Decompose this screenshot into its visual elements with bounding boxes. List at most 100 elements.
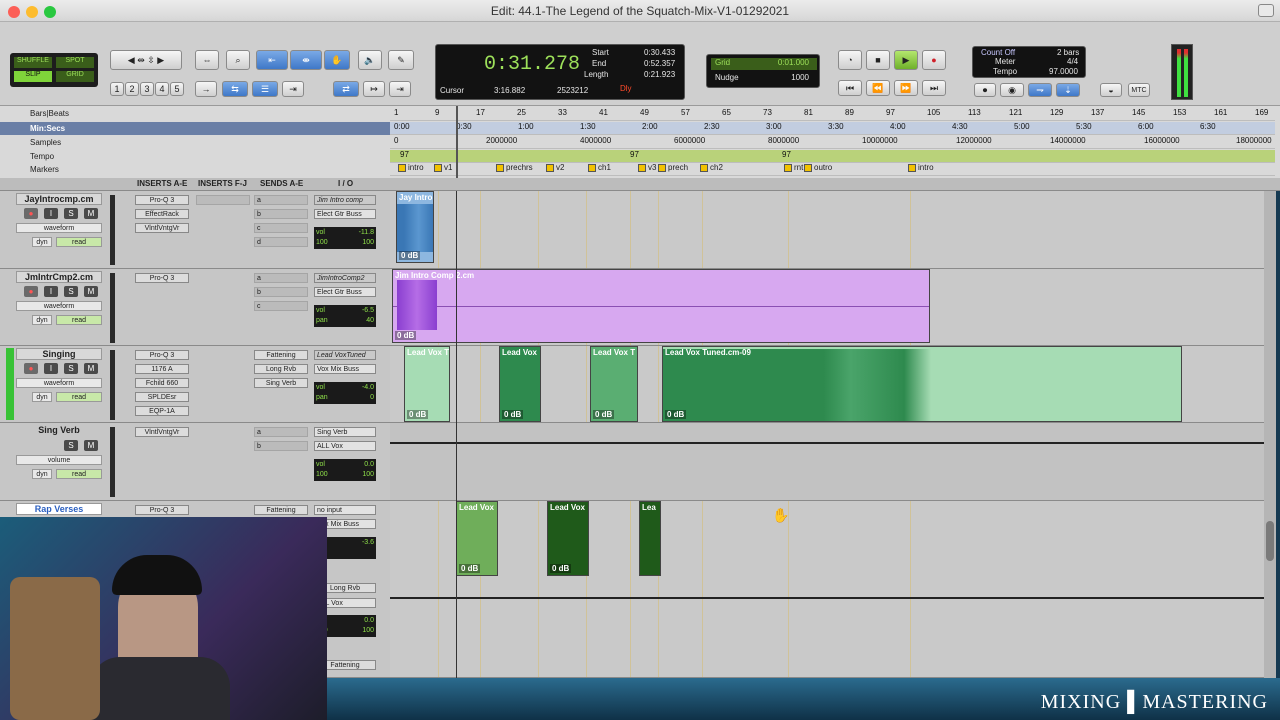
send-a[interactable]: a	[254, 273, 308, 283]
mute-button[interactable]: M	[84, 286, 98, 297]
mtc-button[interactable]: MTC	[1128, 83, 1150, 97]
grid-value-field[interactable]: Grid 0:01.000	[711, 58, 817, 70]
volume-pan-readout[interactable]: vol -4.0 pan 0	[314, 382, 376, 404]
shuffle-mode-button[interactable]: SHUFFLE	[14, 57, 52, 68]
automation-mode-select[interactable]: read	[56, 392, 102, 402]
zoom-controls[interactable]: ◀ ⇹ ⇳ ▶	[110, 50, 182, 70]
track-view-select[interactable]: waveform	[16, 301, 102, 311]
marker-prech[interactable]: prech	[658, 163, 688, 172]
ruler-label-tempo[interactable]: Tempo	[30, 152, 54, 161]
io-header[interactable]: I / O	[338, 179, 353, 188]
input-monitor-button[interactable]: I	[44, 363, 58, 374]
clip-gain[interactable]: 0 dB	[550, 564, 572, 573]
audio-clip[interactable]: Jay Intro 0 dB	[396, 191, 434, 263]
clip-gain[interactable]: 0 dB	[399, 251, 421, 260]
mute-button[interactable]: M	[84, 363, 98, 374]
input-monitor-button[interactable]: I	[44, 208, 58, 219]
insert-a[interactable]: Pro-Q 3	[135, 195, 189, 205]
return-to-zero-button[interactable]: ⏮	[838, 80, 862, 96]
audio-clip[interactable]: Jim Intro Comp 2.cm 0 dB	[392, 269, 930, 343]
play-button[interactable]: ▶	[894, 50, 918, 70]
keyboard-focus-icon[interactable]: ⇥	[389, 81, 411, 97]
mute-button[interactable]: M	[84, 208, 98, 219]
insert-f[interactable]	[196, 195, 250, 205]
tab-transient-icon[interactable]: →	[195, 81, 217, 97]
zoomer-tool-icon[interactable]: ⇔	[195, 50, 219, 70]
rewind-button[interactable]: ⏪	[866, 80, 890, 96]
solo-button[interactable]: S	[64, 208, 78, 219]
output-select[interactable]: Vox Mix Buss	[314, 364, 376, 374]
samples-ruler[interactable]: 0 2000000 4000000 6000000 8000000 100000…	[390, 136, 1275, 149]
edit-window-timeline[interactable]: Jay Intro 0 dB Jim Intro Comp 2.cm 0 dB …	[390, 191, 1264, 678]
bars-ruler[interactable]: 1 9 17 25 33 41 49 57 65 73 81 89 97 105…	[390, 108, 1275, 121]
link-track-icon[interactable]: ☰	[252, 81, 278, 97]
send-c[interactable]: c	[254, 223, 308, 233]
trim-tool-icon[interactable]: ⇤	[256, 50, 288, 70]
insert-d[interactable]: SPLDEsr	[135, 392, 189, 402]
dyn-button[interactable]: dyn	[32, 392, 52, 402]
marker-intro-2[interactable]: intro	[908, 163, 934, 172]
input-select[interactable]: no input	[314, 505, 376, 515]
output-select[interactable]: Elect Gtr Buss	[314, 209, 376, 219]
marker-v3[interactable]: v3	[638, 163, 656, 172]
marker-v1[interactable]: v1	[434, 163, 452, 172]
ruler-label-markers[interactable]: Markers	[30, 165, 59, 174]
ruler-label-bars[interactable]: Bars|Beats	[30, 109, 69, 118]
main-counter-value[interactable]: 0:31.278	[484, 53, 580, 76]
volume-pan-readout[interactable]: vol 0.0 100 100	[314, 459, 376, 481]
zoom-preset-1[interactable]: 1	[110, 82, 124, 96]
insert-c[interactable]: Fchild 660	[135, 378, 189, 388]
marker-outro[interactable]: outro	[804, 163, 832, 172]
input-select[interactable]: JimIntroComp2	[314, 273, 376, 283]
automation-mode-select[interactable]: read	[56, 315, 102, 325]
send-b[interactable]: Long Rvb	[254, 364, 308, 374]
wait-for-note-icon[interactable]: ⏺	[974, 83, 996, 97]
volume-pan-readout[interactable]: vol -11.8 100 100	[314, 227, 376, 249]
send-d[interactable]: d	[254, 237, 308, 247]
record-button[interactable]: ●	[922, 50, 946, 70]
insert-a[interactable]: Pro-Q 3	[135, 350, 189, 360]
audio-clip[interactable]: Lead Vox Tuned.cm-09 0 dB	[662, 346, 1182, 422]
zoom-preset-2[interactable]: 2	[125, 82, 139, 96]
marker-v2[interactable]: v2	[546, 163, 564, 172]
insert-a[interactable]: Pro-Q 3	[135, 505, 189, 515]
record-enable-button[interactable]: ●	[24, 363, 38, 374]
grid-mode-button[interactable]: GRID	[56, 71, 94, 82]
marker-rnt[interactable]: rnt	[784, 163, 803, 172]
volume-pan-readout[interactable]: vol -6.5 pan 40	[314, 305, 376, 327]
clip-gain[interactable]: 0 dB	[593, 410, 615, 419]
online-icon[interactable]: ◔	[838, 50, 862, 70]
inserts-ae-header[interactable]: INSERTS A-E	[137, 179, 187, 188]
send-a[interactable]: a	[254, 427, 308, 437]
scrollbar-thumb[interactable]	[1266, 521, 1274, 561]
zoom-preset-3[interactable]: 3	[140, 82, 154, 96]
slip-mode-button[interactable]: SLIP	[14, 71, 52, 82]
nudge-value-field[interactable]: Nudge 1000	[711, 73, 817, 85]
solo-button[interactable]: S	[64, 363, 78, 374]
fast-forward-button[interactable]: ⏩	[894, 80, 918, 96]
vertical-scrollbar[interactable]	[1264, 191, 1276, 678]
clip-gain[interactable]: 0 dB	[459, 564, 481, 573]
sync-icon[interactable]: ◒	[1100, 83, 1122, 97]
length-value[interactable]: 0:21.923	[644, 70, 675, 79]
playhead-cursor[interactable]	[456, 106, 458, 178]
pencil-tool-icon[interactable]: ✎	[388, 50, 414, 70]
conductor-icon[interactable]: ⇣	[1056, 83, 1080, 97]
insert-b[interactable]: 1176 A	[135, 364, 189, 374]
zoom-preset-4[interactable]: 4	[155, 82, 169, 96]
output-select[interactable]: ALL Vox	[314, 441, 376, 451]
track-name[interactable]: JayIntrocmp.cm	[16, 193, 102, 205]
grabber-hand-icon[interactable]: ✋	[324, 50, 350, 70]
clip-gain[interactable]: 0 dB	[395, 331, 417, 340]
output-select[interactable]: Elect Gtr Buss	[314, 287, 376, 297]
input-select[interactable]: Sing Verb	[314, 427, 376, 437]
count-off-label[interactable]: Count Off	[981, 48, 1015, 57]
minsecs-ruler[interactable]: 0:00 0:30 1:00 1:30 2:00 2:30 3:00 3:30 …	[390, 122, 1275, 135]
automation-mode-select[interactable]: read	[56, 469, 102, 479]
send-a[interactable]: Fattening	[254, 350, 308, 360]
tempo-mark[interactable]: 97	[782, 150, 791, 159]
send-b[interactable]: b	[254, 441, 308, 451]
insert-c[interactable]: VlntlVntgVr	[135, 223, 189, 233]
audio-clip[interactable]: Lea	[639, 501, 661, 576]
tempo-mark[interactable]: 97	[400, 150, 409, 159]
